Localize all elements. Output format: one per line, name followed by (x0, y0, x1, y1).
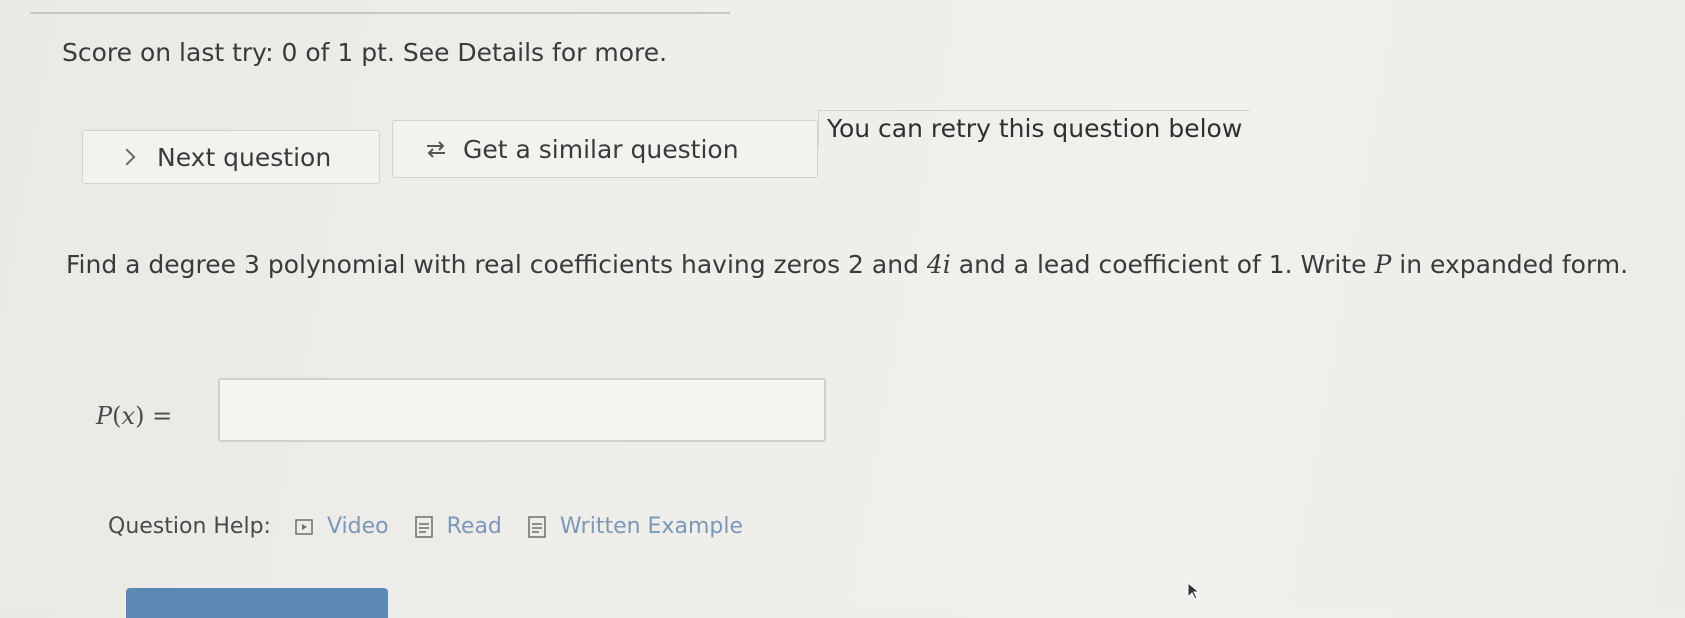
polynomial-symbol: P (1374, 250, 1392, 279)
repeat-arrows-icon (427, 141, 445, 158)
video-link[interactable]: Video (295, 514, 389, 539)
mouse-cursor-icon (1187, 582, 1201, 600)
top-divider (30, 12, 730, 14)
written-example-link[interactable]: Written Example (528, 514, 743, 539)
similar-question-button[interactable]: Get a similar question (392, 120, 818, 178)
document-icon (414, 515, 433, 538)
answer-label: P(x) = (96, 402, 172, 430)
written-example-label: Written Example (559, 514, 743, 539)
retry-notice: You can retry this question below (818, 110, 1251, 146)
video-link-label: Video (326, 514, 389, 539)
document-icon (528, 515, 546, 538)
answer-label-var: x (121, 402, 136, 430)
question-help-label: Question Help: (108, 514, 271, 539)
read-link-label: Read (446, 514, 502, 539)
similar-question-label: Get a similar question (463, 134, 739, 164)
question-text-2: and a lead coefficient of 1. Write (950, 250, 1375, 279)
next-question-label: Next question (157, 142, 332, 172)
submit-button[interactable] (126, 588, 388, 618)
read-link[interactable]: Read (414, 514, 502, 539)
answer-label-paren: ( (112, 402, 122, 430)
next-question-button[interactable]: Next question (82, 130, 380, 184)
question-help-row: Question Help: Video Read Written Exampl… (108, 514, 769, 539)
answer-label-func: P (96, 402, 113, 430)
question-text-3: in expanded form. (1391, 250, 1629, 279)
score-summary: Score on last try: 0 of 1 pt. See Detail… (62, 38, 668, 67)
video-play-icon (295, 518, 313, 535)
chevron-right-icon (118, 148, 136, 166)
question-prompt: Find a degree 3 polynomial with real coe… (66, 238, 1676, 292)
answer-label-rest: ) = (135, 402, 173, 430)
answer-field[interactable] (218, 378, 826, 442)
question-text-1: Find a degree 3 polynomial with real coe… (66, 250, 927, 279)
complex-zero: 4i (926, 250, 951, 279)
